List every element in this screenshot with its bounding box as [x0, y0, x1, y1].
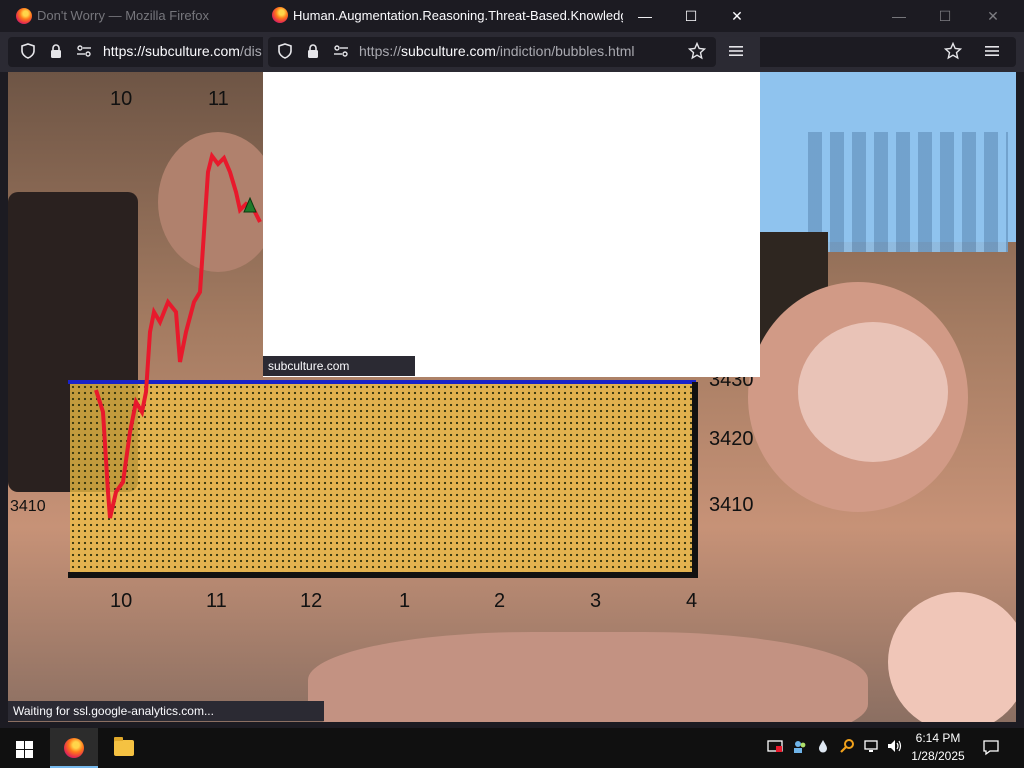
url-path: /indiction/bubbles.html [495, 43, 635, 59]
x-tick-label: 1 [399, 590, 411, 612]
url-path: /dis [239, 43, 262, 59]
permissions-icon[interactable] [74, 42, 94, 62]
tray-drop-icon[interactable] [814, 738, 832, 756]
x-tick-label: 4 [686, 590, 698, 612]
lock-icon[interactable] [303, 42, 323, 62]
x-tick-label: 2 [494, 590, 506, 612]
lock-icon[interactable] [46, 42, 66, 62]
taskbar-file-explorer-button[interactable] [100, 728, 148, 768]
x-tick-label: 3 [590, 590, 602, 612]
x-tick-label: 12 [300, 590, 323, 612]
url-prefix: https:// [359, 43, 402, 59]
y-tick-label: 3410 [709, 494, 754, 516]
hamburger-menu-icon[interactable] [726, 42, 746, 62]
firefox-icon [64, 738, 84, 758]
popup-maximize-button[interactable]: ☐ [668, 0, 714, 32]
network-icon[interactable] [862, 738, 880, 756]
bookmark-star-icon[interactable] [943, 41, 963, 62]
top-tick-label: 11 [208, 88, 229, 110]
clock-date[interactable]: 1/28/2025 [908, 749, 968, 763]
x-tick-label: 11 [206, 590, 227, 612]
y-tick-label: 3420 [709, 428, 754, 450]
popup-url-text[interactable]: https://subculture.com/indiction/bubbles… [359, 43, 635, 59]
tray-search-key-icon[interactable] [838, 738, 856, 756]
firefox-icon [272, 7, 288, 23]
url-host: https://subculture.com [103, 43, 240, 59]
background-window-title: Don't Worry — Mozilla Firefox [37, 8, 209, 23]
start-button[interactable] [0, 728, 48, 768]
background-url-text[interactable]: https://subculture.com/dis [103, 43, 263, 59]
popup-window-title: Human.Augmentation.Reasoning.Threat-Base… [293, 8, 623, 23]
left-tick-label: 3410 [10, 498, 46, 515]
firefox-icon [16, 8, 32, 24]
tray-app-icon[interactable] [766, 738, 784, 756]
main-status-bar: Waiting for ssl.google-analytics.com... [8, 701, 324, 721]
hamburger-menu-icon[interactable] [982, 42, 1002, 62]
notification-center-icon[interactable] [982, 738, 1000, 756]
price-line [94, 151, 262, 519]
windows-logo-icon [16, 741, 24, 749]
minimize-button[interactable]: — [876, 0, 922, 32]
popup-minimize-button[interactable]: — [622, 0, 668, 32]
clock-time[interactable]: 6:14 PM [908, 731, 968, 745]
maximize-button[interactable]: ☐ [922, 0, 968, 32]
x-tick-label: 10 [110, 590, 133, 612]
folder-icon [114, 737, 134, 756]
top-tick-label: 10 [110, 88, 133, 110]
taskbar-firefox-button[interactable] [50, 728, 98, 768]
popup-close-button[interactable]: ✕ [714, 0, 760, 32]
shield-icon[interactable] [275, 42, 295, 62]
close-button[interactable]: ✕ [970, 0, 1016, 32]
popup-page-content [263, 72, 760, 377]
shield-icon[interactable] [18, 42, 38, 62]
bookmark-star-icon[interactable] [687, 41, 707, 62]
popup-status-bar: subculture.com [263, 356, 415, 376]
url-host: subculture.com [401, 43, 496, 59]
tray-network-users-icon[interactable] [791, 738, 809, 756]
volume-icon[interactable] [885, 738, 903, 756]
permissions-icon[interactable] [331, 42, 351, 62]
